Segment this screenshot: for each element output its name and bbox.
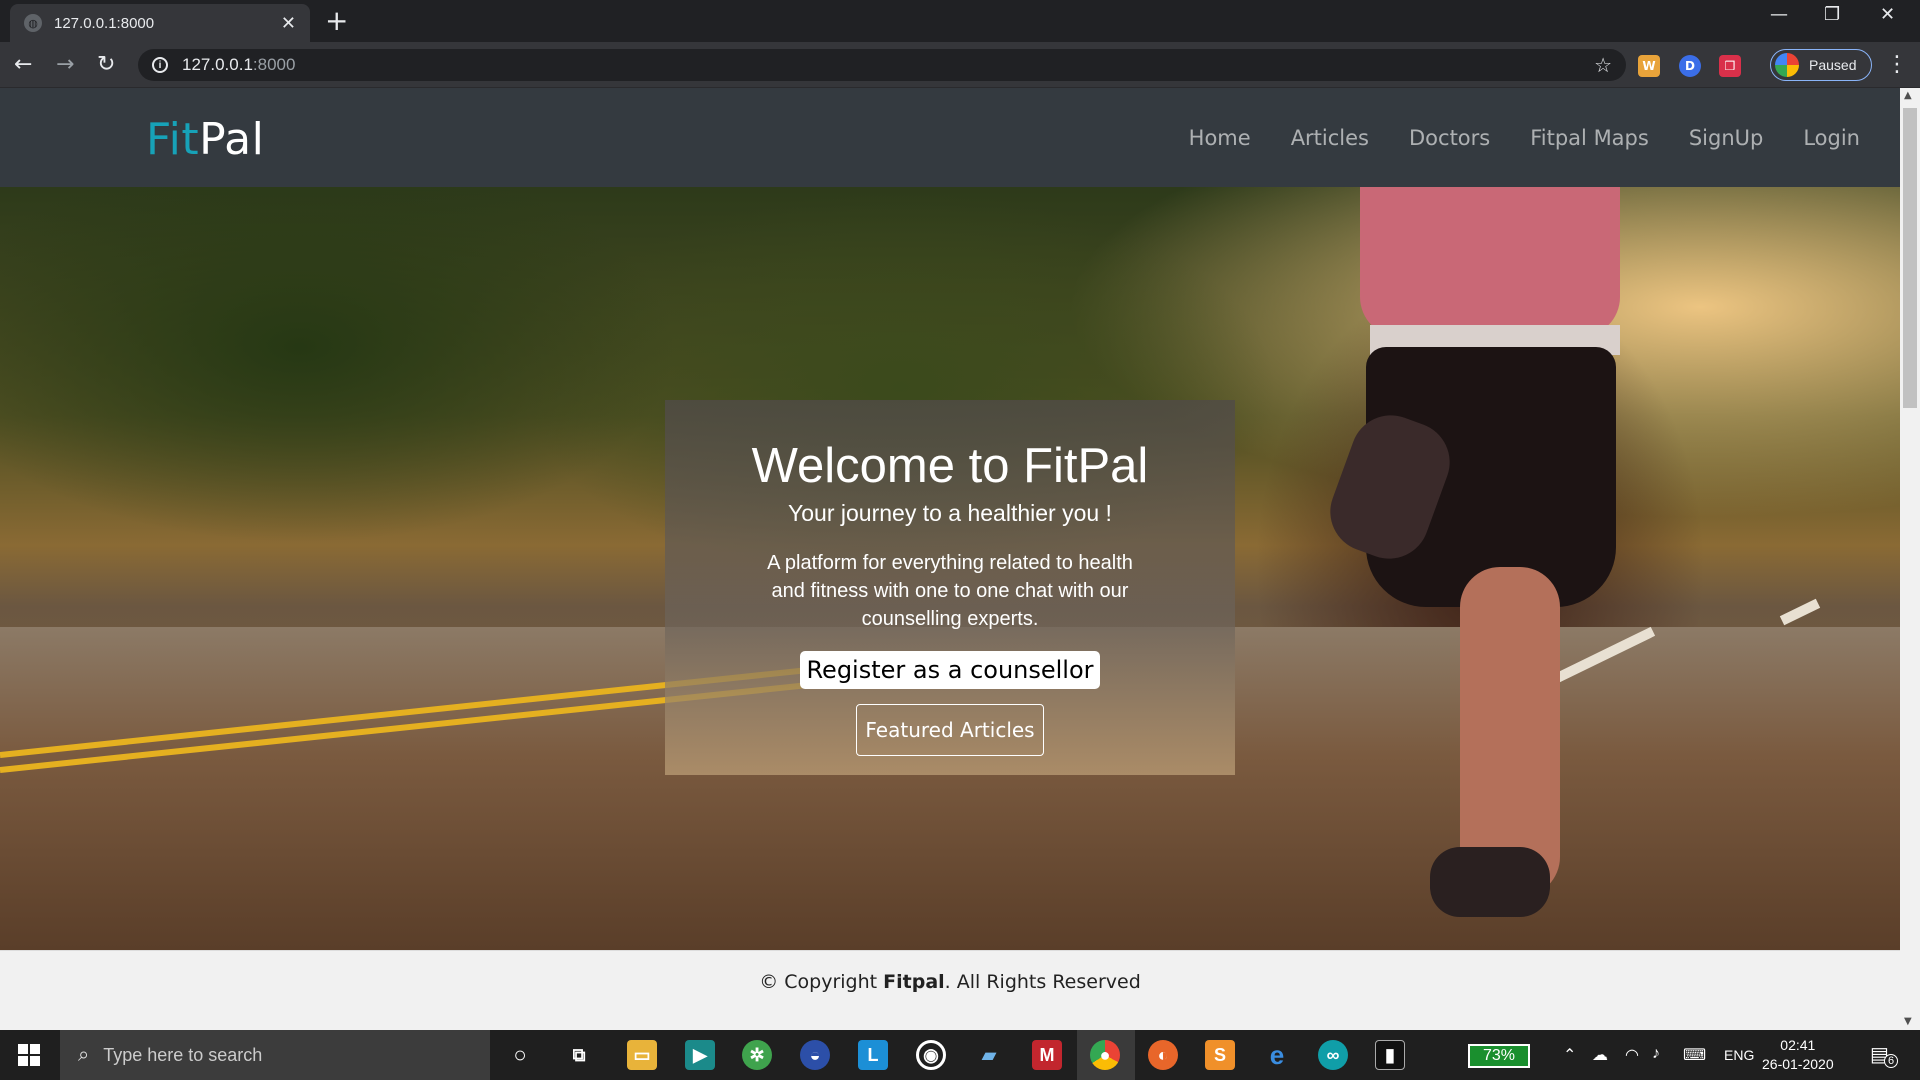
runner-image: [1319, 187, 1640, 950]
restore-icon[interactable]: ❐: [1824, 4, 1840, 25]
task-view-icon[interactable]: ⧉: [564, 1040, 594, 1070]
featured-articles-button[interactable]: Featured Articles: [856, 704, 1044, 756]
sublime-text-icon[interactable]: S: [1205, 1040, 1235, 1070]
url-port: :8000: [252, 55, 296, 74]
onedrive-cloud-icon[interactable]: ☁: [1592, 1045, 1608, 1065]
hero-description: A platform for everything related to hea…: [767, 552, 1133, 630]
page-scrollbar[interactable]: ▲ ▼: [1900, 88, 1920, 1030]
footer-suffix: . All Rights Reserved: [944, 971, 1141, 993]
volume-icon[interactable]: ♪: [1652, 1045, 1660, 1063]
hero-section: Welcome to FitPal Your journey to a heal…: [0, 187, 1900, 950]
site-footer: © Copyright Fitpal. All Rights Reserved: [0, 950, 1900, 1030]
reload-icon[interactable]: ↻: [97, 50, 115, 80]
keyboard-icon[interactable]: ⌨: [1683, 1045, 1706, 1065]
scroll-down-icon[interactable]: ▼: [1904, 1016, 1912, 1027]
scrollbar-thumb[interactable]: [1903, 108, 1917, 408]
app-laptop-icon[interactable]: ▰: [974, 1040, 1004, 1070]
app-blue-icon[interactable]: ◒: [800, 1040, 830, 1070]
url-host: 127.0.0.1: [182, 55, 253, 74]
avatar: [1775, 53, 1799, 77]
nav-login[interactable]: Login: [1803, 126, 1860, 150]
browser-tab[interactable]: ◍ 127.0.0.1:8000 ✕: [10, 4, 310, 42]
extension-w-icon[interactable]: W: [1638, 55, 1660, 77]
close-tab-icon[interactable]: ✕: [281, 13, 296, 34]
nav-articles[interactable]: Articles: [1291, 126, 1369, 150]
notification-count: 6: [1884, 1054, 1898, 1068]
nav-home[interactable]: Home: [1189, 126, 1251, 150]
road-dash: [1779, 598, 1821, 626]
media-player-icon[interactable]: ▶: [685, 1040, 715, 1070]
close-window-icon[interactable]: ✕: [1880, 4, 1895, 25]
nav-signup[interactable]: SignUp: [1689, 126, 1764, 150]
terminal-icon[interactable]: ▮: [1375, 1040, 1405, 1070]
register-counsellor-button[interactable]: Register as a counsellor: [800, 651, 1100, 689]
arduino-icon[interactable]: ∞: [1318, 1040, 1348, 1070]
clock-date: 26-01-2020: [1762, 1056, 1834, 1072]
chrome-icon[interactable]: ●: [1090, 1040, 1120, 1070]
browser-menu-icon[interactable]: ⋮: [1886, 50, 1908, 80]
language-indicator[interactable]: ENG: [1724, 1047, 1754, 1063]
bookmark-star-icon[interactable]: ☆: [1594, 53, 1612, 78]
chevron-up-icon[interactable]: ⌃: [1563, 1045, 1576, 1065]
nav-doctors[interactable]: Doctors: [1409, 126, 1490, 150]
windows-start-icon[interactable]: [18, 1044, 40, 1066]
new-tab-icon[interactable]: +: [325, 6, 348, 36]
profile-status: Paused: [1809, 57, 1857, 73]
clock[interactable]: 02:41 26-01-2020: [1762, 1036, 1834, 1074]
minimize-icon[interactable]: —: [1770, 4, 1788, 25]
info-icon[interactable]: i: [152, 57, 168, 73]
hero-title: Welcome to FitPal: [751, 439, 1149, 493]
search-placeholder: Type here to search: [103, 1044, 263, 1065]
file-explorer-icon[interactable]: ▭: [627, 1040, 657, 1070]
extension-d-icon[interactable]: D: [1679, 55, 1701, 77]
wifi-icon[interactable]: ◠: [1625, 1045, 1639, 1065]
site-navbar: FitPal Home Articles Doctors Fitpal Maps…: [0, 88, 1900, 187]
globe-icon: ◍: [24, 14, 42, 32]
battery-indicator[interactable]: 73%: [1468, 1044, 1530, 1068]
notification-center-icon[interactable]: ▤ 6: [1870, 1042, 1898, 1068]
profile-button[interactable]: Paused: [1770, 49, 1872, 81]
forward-icon[interactable]: →: [56, 50, 74, 80]
hero-subtitle: Your journey to a healthier you !: [788, 500, 1112, 526]
browser-tab-strip: ◍ 127.0.0.1:8000 ✕ + — ❐ ✕: [0, 0, 1920, 42]
clock-time: 02:41: [1780, 1037, 1816, 1053]
app-disc-icon[interactable]: ◉: [916, 1040, 946, 1070]
browser-toolbar: ← → ↻ i 127.0.0.1:8000 ☆ W D ❒ Paused ⋮: [0, 42, 1920, 88]
nav-links: Home Articles Doctors Fitpal Maps SignUp…: [1189, 126, 1860, 150]
taskbar-search-box[interactable]: ⌕ Type here to search: [60, 1030, 490, 1080]
back-icon[interactable]: ←: [14, 50, 32, 80]
cortana-icon[interactable]: ○: [505, 1040, 535, 1070]
footer-brand: Fitpal: [883, 971, 945, 993]
welcome-panel: Welcome to FitPal Your journey to a heal…: [665, 400, 1235, 775]
search-icon: ⌕: [78, 1043, 90, 1066]
windows-taskbar: ⌕ Type here to search ○ ⧉ ▭ ▶ ✲ ◒ L ◉ ▰ …: [0, 1030, 1920, 1080]
footer-prefix: © Copyright: [759, 971, 884, 993]
scroll-up-icon[interactable]: ▲: [1904, 90, 1912, 101]
firefox-icon[interactable]: ◐: [1148, 1040, 1178, 1070]
app-green-icon[interactable]: ✲: [742, 1040, 772, 1070]
extension-pocket-icon[interactable]: ❒: [1719, 55, 1741, 77]
tab-title: 127.0.0.1:8000: [54, 14, 155, 32]
site-logo[interactable]: FitPal: [146, 114, 264, 165]
app-l-icon[interactable]: L: [858, 1040, 888, 1070]
address-bar[interactable]: i 127.0.0.1:8000 ☆: [138, 49, 1626, 81]
page-viewport: FitPal Home Articles Doctors Fitpal Maps…: [0, 88, 1900, 1030]
edge-icon[interactable]: e: [1262, 1040, 1292, 1070]
nav-fitpal-maps[interactable]: Fitpal Maps: [1530, 126, 1649, 150]
mcafee-icon[interactable]: M: [1032, 1040, 1062, 1070]
